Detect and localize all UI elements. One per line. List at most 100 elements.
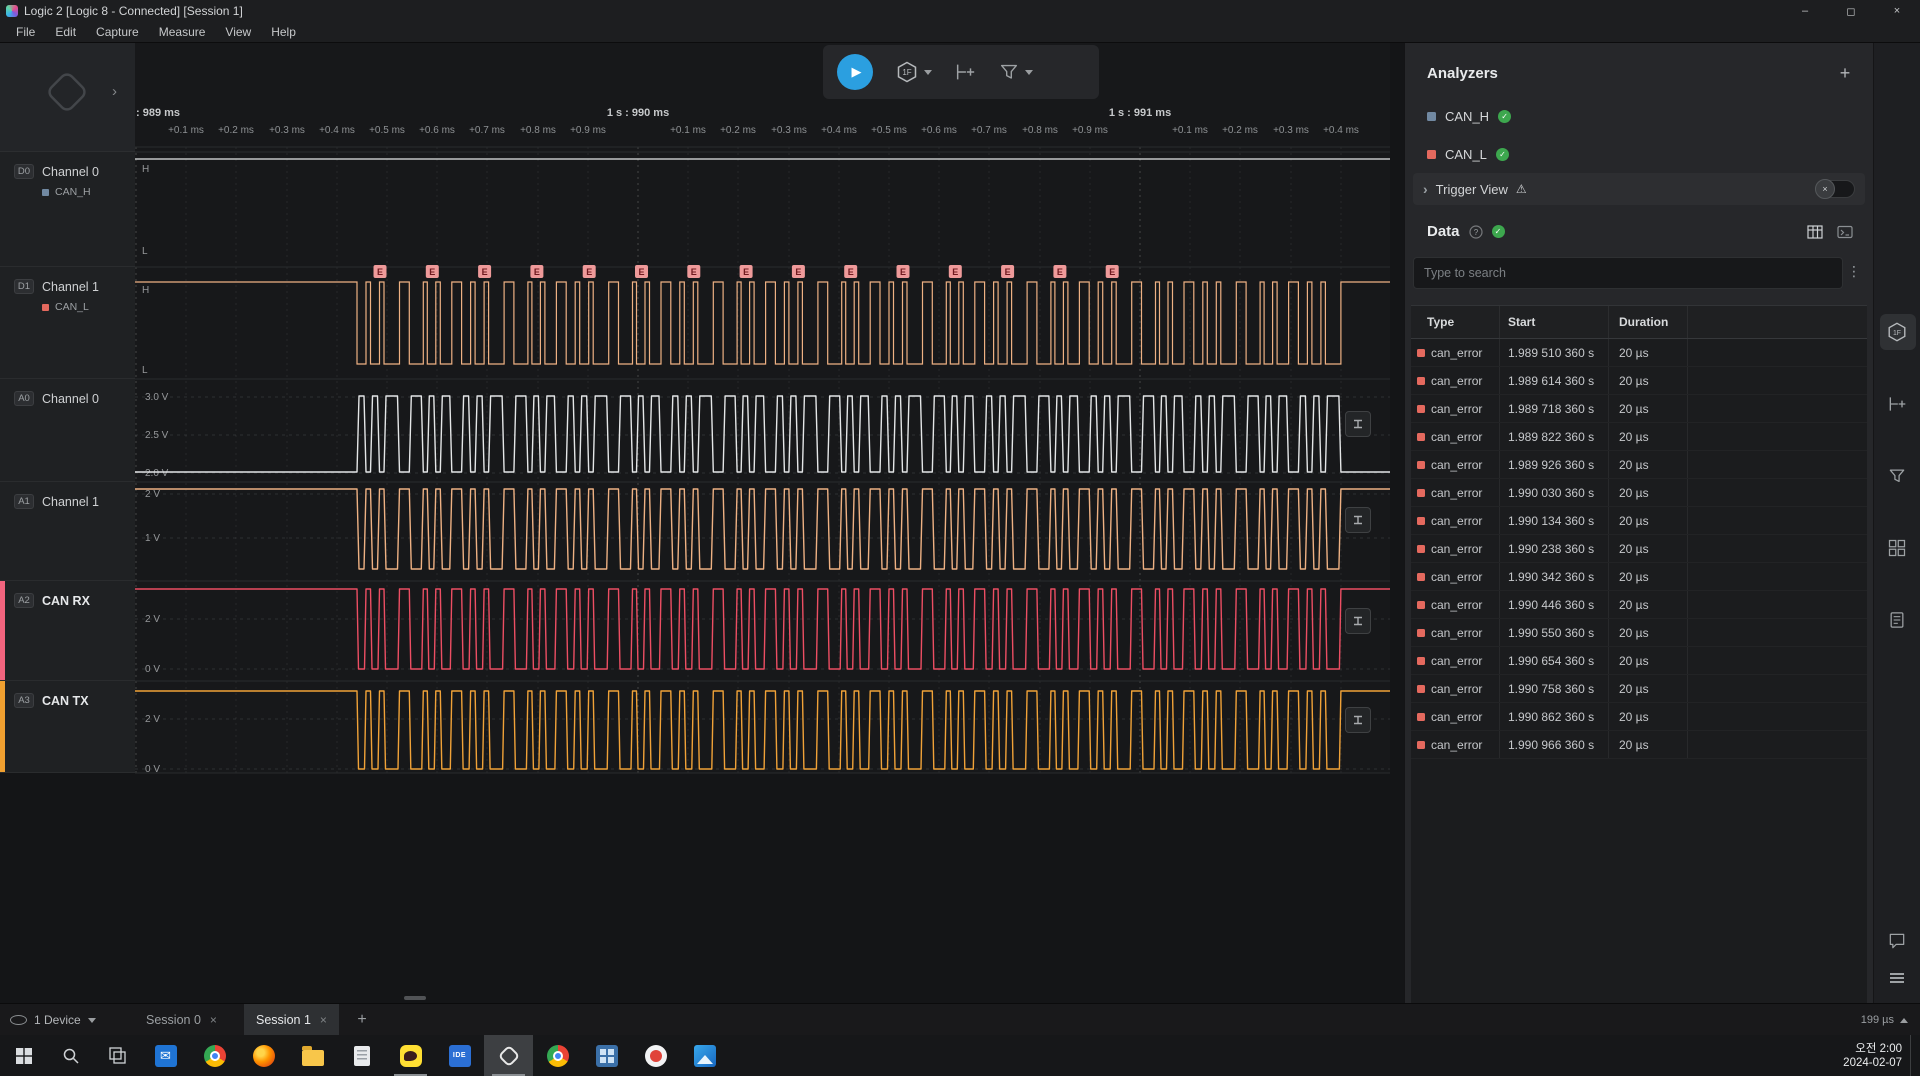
column-start[interactable]: Start (1500, 306, 1609, 338)
taskbar-app-firefox[interactable] (239, 1035, 288, 1076)
error-marker[interactable]: E (1053, 265, 1066, 278)
main-menu-rail-button[interactable] (1874, 964, 1920, 992)
error-marker[interactable]: E (949, 265, 962, 278)
table-row[interactable]: can_error1.990 654 360 s20 µs (1411, 647, 1867, 675)
table-row[interactable]: can_error1.989 926 360 s20 µs (1411, 451, 1867, 479)
trigger-filter-button[interactable] (998, 61, 1033, 83)
kebab-menu-icon[interactable]: ⋮ (1847, 263, 1861, 280)
error-marker[interactable]: E (792, 265, 805, 278)
feedback-rail-button[interactable] (1874, 927, 1920, 955)
table-row[interactable]: can_error1.989 718 360 s20 µs (1411, 395, 1867, 423)
error-marker[interactable]: E (583, 265, 596, 278)
channel-options-button[interactable] (1345, 707, 1371, 733)
error-marker[interactable]: E (1001, 265, 1014, 278)
analyzer-item-can_h[interactable]: CAN_H✓ (1427, 106, 1853, 126)
error-marker[interactable]: E (530, 265, 543, 278)
toggle-close-icon[interactable]: × (1815, 179, 1835, 199)
menu-file[interactable]: File (6, 25, 45, 39)
taskbar-search-button[interactable] (47, 1035, 94, 1076)
channel-options-button[interactable] (1345, 507, 1371, 533)
taskbar-clock[interactable]: 오전 2:00 2024-02-07 (1843, 1042, 1902, 1070)
error-marker[interactable]: E (687, 265, 700, 278)
menu-help[interactable]: Help (261, 25, 306, 39)
terminal-view-icon[interactable] (1837, 224, 1853, 245)
menu-view[interactable]: View (215, 25, 261, 39)
task-view-button[interactable] (94, 1035, 141, 1076)
analyzers-rail-button[interactable] (1874, 534, 1920, 562)
channel-row-a1[interactable]: A1Channel 1 (0, 482, 135, 581)
minimize-button[interactable]: – (1782, 0, 1828, 22)
error-marker[interactable]: E (426, 265, 439, 278)
taskbar-app-notepad[interactable] (337, 1035, 386, 1076)
tab-session-0[interactable]: Session 0 × (134, 1004, 229, 1036)
error-marker[interactable]: E (635, 265, 648, 278)
table-row[interactable]: can_error1.990 758 360 s20 µs (1411, 675, 1867, 703)
triggers-rail-button[interactable] (1874, 462, 1920, 490)
channel-row-d0[interactable]: D0Channel 0CAN_H (0, 152, 135, 267)
table-row[interactable]: can_error1.990 966 360 s20 µs (1411, 731, 1867, 759)
channel-row-a0[interactable]: A0Channel 0 (0, 379, 135, 482)
measurements-rail-button[interactable] (1874, 390, 1920, 418)
tab-session-1[interactable]: Session 1 × (244, 1004, 339, 1036)
zoom-indicator[interactable]: 199 µs (1861, 1004, 1908, 1036)
table-row[interactable]: can_error1.989 510 360 s20 µs (1411, 339, 1867, 367)
add-analyzer-button[interactable]: + (1833, 61, 1857, 85)
menu-capture[interactable]: Capture (86, 25, 149, 39)
trigger-view-row[interactable]: › Trigger View ⚠ × (1413, 173, 1865, 205)
device-panel[interactable]: › (0, 43, 135, 152)
restore-button[interactable]: ◻ (1828, 0, 1874, 22)
add-measurement-button[interactable] (954, 61, 976, 83)
tab-close-icon[interactable]: × (320, 1013, 327, 1027)
channel-row-d1[interactable]: D1Channel 1CAN_L (0, 267, 135, 379)
search-input[interactable] (1413, 257, 1843, 289)
tab-close-icon[interactable]: × (210, 1013, 217, 1027)
trigger-view-toggle[interactable]: × (1815, 180, 1855, 198)
table-view-icon[interactable] (1807, 224, 1823, 245)
taskbar-app-browser[interactable] (533, 1035, 582, 1076)
taskbar-app-store[interactable] (631, 1035, 680, 1076)
table-row[interactable]: can_error1.990 030 360 s20 µs (1411, 479, 1867, 507)
column-type[interactable]: Type (1411, 306, 1500, 338)
help-icon[interactable]: ? (1469, 225, 1483, 239)
channel-row-a2[interactable]: A2CAN RX (0, 581, 135, 681)
capture-settings-rail-button[interactable]: 1F (1874, 318, 1920, 346)
show-desktop-button[interactable] (1910, 1035, 1916, 1076)
taskbar-app-logic2[interactable] (484, 1035, 533, 1076)
channel-options-button[interactable] (1345, 608, 1371, 634)
menu-edit[interactable]: Edit (45, 25, 86, 39)
taskbar-app-photos[interactable] (680, 1035, 729, 1076)
new-session-button[interactable]: + (352, 1004, 372, 1036)
table-row[interactable]: can_error1.990 342 360 s20 µs (1411, 563, 1867, 591)
table-row[interactable]: can_error1.990 550 360 s20 µs (1411, 619, 1867, 647)
channel-row-a3[interactable]: A3CAN TX (0, 681, 135, 773)
taskbar-app-chrome[interactable] (190, 1035, 239, 1076)
menu-measure[interactable]: Measure (149, 25, 216, 39)
horizontal-scrollbar[interactable] (404, 996, 426, 1000)
column-duration[interactable]: Duration (1609, 306, 1688, 338)
error-marker[interactable]: E (374, 265, 387, 278)
taskbar-app-ide[interactable]: IDE (435, 1035, 484, 1076)
taskbar-app-file-explorer[interactable] (288, 1035, 337, 1076)
expand-chevron-icon[interactable]: › (112, 83, 117, 100)
table-row[interactable]: can_error1.990 862 360 s20 µs (1411, 703, 1867, 731)
error-marker[interactable]: E (478, 265, 491, 278)
analyzer-item-can_l[interactable]: CAN_L✓ (1427, 144, 1853, 164)
waveform-canvas[interactable]: HLHL3.0 V2.5 V2.0 V2 V1 V2 V0 V2 V0 VEEE… (135, 43, 1390, 783)
taskbar-app-kakaotalk[interactable] (386, 1035, 435, 1076)
play-capture-button[interactable]: ▶ (837, 54, 873, 90)
table-row[interactable]: can_error1.989 822 360 s20 µs (1411, 423, 1867, 451)
device-settings-button[interactable]: 1F (895, 60, 932, 84)
device-selector[interactable]: 1 Device (10, 1004, 96, 1036)
annotations-rail-button[interactable] (1874, 606, 1920, 634)
table-row[interactable]: can_error1.990 446 360 s20 µs (1411, 591, 1867, 619)
error-marker[interactable]: E (740, 265, 753, 278)
error-marker[interactable]: E (844, 265, 857, 278)
table-row[interactable]: can_error1.990 134 360 s20 µs (1411, 507, 1867, 535)
taskbar-app-grid[interactable] (582, 1035, 631, 1076)
error-marker[interactable]: E (897, 265, 910, 278)
taskbar-app-mail[interactable]: ✉ (141, 1035, 190, 1076)
table-row[interactable]: can_error1.989 614 360 s20 µs (1411, 367, 1867, 395)
close-button[interactable]: × (1874, 0, 1920, 22)
start-button[interactable] (0, 1035, 47, 1076)
table-row[interactable]: can_error1.990 238 360 s20 µs (1411, 535, 1867, 563)
